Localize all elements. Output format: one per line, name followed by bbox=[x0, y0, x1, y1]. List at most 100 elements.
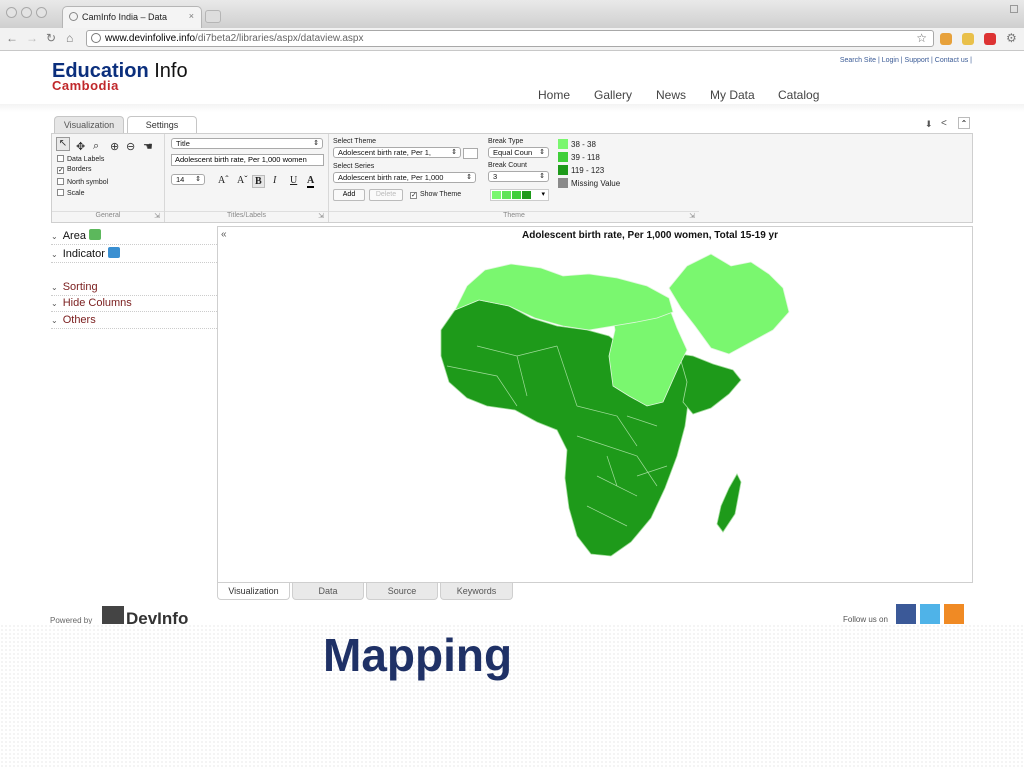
font-size-select[interactable]: 14 ⇕ bbox=[171, 174, 205, 185]
twitter-icon[interactable] bbox=[920, 604, 940, 624]
nav-news[interactable]: News bbox=[656, 88, 686, 102]
pointer-tool-icon[interactable]: ↖ bbox=[56, 137, 70, 151]
map-region-horn bbox=[678, 353, 742, 415]
chevron-down-icon: ⌄ bbox=[51, 250, 58, 259]
browser-tab-bar: CamInfo India – Data × bbox=[0, 0, 1024, 29]
extension-icon[interactable] bbox=[962, 33, 974, 45]
nav-home[interactable]: Home bbox=[538, 88, 570, 102]
nav-gallery[interactable]: Gallery bbox=[594, 88, 632, 102]
underline-button[interactable]: U bbox=[290, 175, 297, 186]
hand-tool-icon[interactable]: ☚ bbox=[143, 140, 153, 153]
chevron-down-icon: ⌄ bbox=[51, 283, 58, 292]
area-icon bbox=[89, 229, 102, 240]
new-tab-button[interactable] bbox=[205, 10, 221, 23]
bold-button[interactable]: B bbox=[252, 175, 265, 188]
checkbox-checked[interactable]: ✓ bbox=[57, 167, 64, 174]
divider bbox=[51, 311, 217, 313]
theme-color-swatch[interactable] bbox=[463, 148, 478, 159]
panel-sorting[interactable]: ⌄ Sorting bbox=[51, 281, 217, 293]
panel-area[interactable]: ⌄ Area bbox=[51, 229, 217, 242]
fullscreen-icon[interactable] bbox=[1010, 5, 1018, 13]
font-color-button[interactable]: A bbox=[307, 175, 315, 188]
extension-icon[interactable] bbox=[984, 33, 996, 45]
ramp-swatch bbox=[522, 191, 531, 199]
legend-swatch-4 bbox=[558, 178, 568, 188]
africa-map[interactable] bbox=[217, 226, 973, 583]
devinfo-brand[interactable]: DevInfo bbox=[126, 609, 188, 624]
pan-tool-icon[interactable]: ✥ bbox=[76, 140, 85, 153]
top-links[interactable]: Search Site | Login | Support | Contact … bbox=[840, 57, 972, 64]
share-icon[interactable]: < bbox=[941, 118, 947, 129]
divider bbox=[51, 262, 217, 264]
legend-swatch-3 bbox=[558, 165, 568, 175]
zoom-in-icon[interactable]: ⊕ bbox=[110, 140, 119, 153]
browser-toolbar: ← → ↻ ⌂ www.devinfolive.info/di7beta2/li… bbox=[0, 28, 1024, 51]
forward-icon[interactable]: → bbox=[26, 31, 38, 45]
tab-close-icon[interactable]: × bbox=[189, 11, 194, 21]
divider bbox=[51, 328, 217, 330]
panel-indicator[interactable]: ⌄ Indicator bbox=[51, 247, 217, 260]
panel-others[interactable]: ⌄ Others bbox=[51, 314, 217, 326]
tab-settings[interactable]: Settings bbox=[127, 116, 197, 134]
option-north-symbol[interactable]: North symbol bbox=[57, 178, 108, 186]
rss-icon[interactable] bbox=[944, 604, 964, 624]
nav-my-data[interactable]: My Data bbox=[710, 88, 755, 102]
zoom-window-button[interactable] bbox=[36, 7, 47, 18]
increase-font-button[interactable]: Aˆ bbox=[218, 175, 229, 186]
group-footer-theme: Theme ⇲ bbox=[329, 211, 699, 223]
panel-hide-columns[interactable]: ⌄ Hide Columns bbox=[51, 297, 217, 309]
chevron-down-icon: ⌄ bbox=[51, 299, 58, 308]
address-bar[interactable]: www.devinfolive.info/di7beta2/libraries/… bbox=[86, 30, 934, 47]
wrench-icon[interactable]: ⚙ bbox=[1006, 31, 1017, 45]
nav-catalog[interactable]: Catalog bbox=[778, 88, 819, 102]
minimize-window-button[interactable] bbox=[21, 7, 32, 18]
extension-icon[interactable] bbox=[940, 33, 952, 45]
option-data-labels[interactable]: Data Labels bbox=[57, 155, 104, 163]
delete-button[interactable]: Delete bbox=[369, 189, 403, 201]
checkbox[interactable] bbox=[57, 178, 64, 185]
checkbox[interactable] bbox=[57, 155, 64, 162]
bookmark-star-icon[interactable]: ☆ bbox=[916, 31, 927, 46]
back-icon[interactable]: ← bbox=[6, 31, 18, 45]
bottom-tab-keywords[interactable]: Keywords bbox=[440, 583, 513, 600]
checkbox[interactable] bbox=[57, 189, 64, 196]
divider bbox=[51, 244, 217, 246]
close-window-button[interactable] bbox=[6, 7, 17, 18]
ramp-swatch bbox=[512, 191, 521, 199]
map-region-arabia bbox=[668, 253, 790, 355]
break-type-select[interactable]: Equal Coun ⇕ bbox=[488, 147, 549, 158]
chevron-down-icon: ⌄ bbox=[51, 316, 58, 325]
legend-label-1: 38 - 38 bbox=[571, 140, 596, 149]
home-icon[interactable]: ⌂ bbox=[66, 31, 73, 45]
header-divider bbox=[0, 104, 1024, 112]
decrease-font-button[interactable]: Aˇ bbox=[237, 175, 248, 186]
bottom-tab-data[interactable]: Data bbox=[292, 583, 364, 600]
bottom-tab-source[interactable]: Source bbox=[366, 583, 438, 600]
zoom-out-icon[interactable]: ⊖ bbox=[126, 140, 135, 153]
break-count-select[interactable]: 3 ⇕ bbox=[488, 171, 549, 182]
show-theme-option[interactable]: ✓ Show Theme bbox=[410, 191, 461, 199]
download-icon[interactable]: ⬇ bbox=[925, 119, 933, 130]
tab-visualization[interactable]: Visualization bbox=[54, 116, 124, 133]
select-series-label: Select Series bbox=[333, 163, 375, 170]
collapse-ribbon-icon[interactable]: ⌃ bbox=[958, 117, 970, 129]
legend-swatch-2 bbox=[558, 152, 568, 162]
checkbox-checked[interactable]: ✓ bbox=[410, 192, 417, 199]
theme-select[interactable]: Adolescent birth rate, Per 1, ⇕ bbox=[333, 147, 461, 158]
italic-button[interactable]: I bbox=[273, 175, 276, 186]
zoom-box-icon[interactable]: ⌕ bbox=[93, 140, 99, 153]
select-theme-label: Select Theme bbox=[333, 138, 377, 145]
reload-icon[interactable]: ↻ bbox=[46, 31, 56, 45]
ramp-swatch bbox=[492, 191, 501, 199]
option-borders[interactable]: ✓ Borders bbox=[57, 166, 92, 174]
series-select[interactable]: Adolescent birth rate, Per 1,000 ⇕ bbox=[333, 172, 476, 183]
title-select[interactable]: Title ⇕ bbox=[171, 138, 323, 149]
add-button[interactable]: Add bbox=[333, 189, 365, 201]
expand-icon: ⇲ bbox=[154, 213, 160, 220]
browser-tab[interactable]: CamInfo India – Data × bbox=[62, 6, 202, 28]
title-text-input[interactable]: Adolescent birth rate, Per 1,000 women bbox=[171, 154, 324, 166]
facebook-icon[interactable] bbox=[896, 604, 916, 624]
bottom-tab-visualization[interactable]: Visualization bbox=[217, 583, 290, 600]
color-ramp-picker[interactable]: ▾ bbox=[490, 189, 549, 201]
option-scale[interactable]: Scale bbox=[57, 189, 85, 197]
